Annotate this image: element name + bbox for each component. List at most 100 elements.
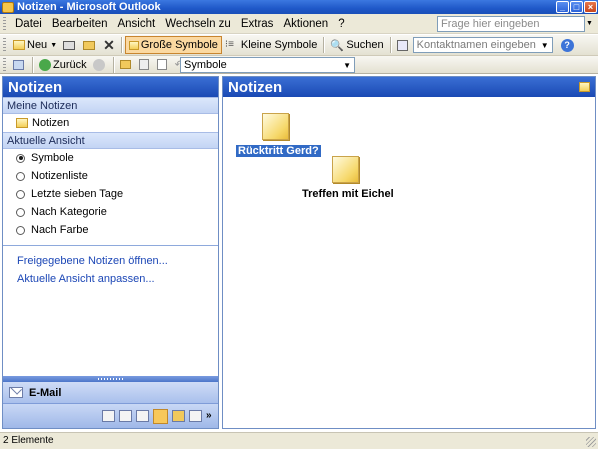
view-dropdown-icon[interactable]: ▼ bbox=[343, 61, 351, 70]
window-title: Notizen - Microsoft Outlook bbox=[17, 1, 161, 13]
menu-grip[interactable] bbox=[3, 16, 6, 31]
print-icon bbox=[63, 40, 76, 50]
note-label[interactable]: Rücktritt Gerd? bbox=[236, 145, 321, 157]
print-button[interactable] bbox=[60, 36, 80, 54]
tasks-icon[interactable] bbox=[136, 410, 149, 422]
standard-toolbar: Neu ▼ ✕ Große Symbole ⁝≡ Kleine Symbole … bbox=[0, 35, 598, 56]
ask-question-input[interactable]: Frage hier eingeben bbox=[437, 16, 585, 32]
radio-icon[interactable] bbox=[16, 171, 25, 181]
new-button[interactable]: Neu ▼ bbox=[10, 36, 60, 54]
radio-icon[interactable] bbox=[16, 189, 25, 199]
maximize-button[interactable]: □ bbox=[570, 1, 583, 13]
notes-content-pane: Notizen Rücktritt Gerd? Treffen mit Eich… bbox=[222, 76, 596, 429]
note-folder-icon bbox=[16, 118, 28, 128]
folder-list-icon[interactable] bbox=[172, 410, 185, 422]
contact-dropdown-icon[interactable]: ▼ bbox=[541, 41, 549, 50]
customize-view-link[interactable]: Aktuelle Ansicht anpassen... bbox=[3, 270, 218, 288]
toolbar-separator bbox=[120, 37, 122, 53]
address-book-button[interactable] bbox=[394, 36, 413, 54]
content-title: Notizen bbox=[228, 78, 283, 96]
back-button[interactable]: Zurück bbox=[36, 56, 90, 74]
view-option-by-category[interactable]: Nach Kategorie bbox=[3, 203, 218, 221]
contact-name-input[interactable]: Kontaktnamen eingeben ▼ bbox=[412, 37, 553, 53]
toolbar-grip[interactable] bbox=[3, 57, 6, 72]
open-shared-notes-link[interactable]: Freigegebene Notizen öffnen... bbox=[3, 252, 218, 270]
resize-grip[interactable] bbox=[586, 437, 596, 447]
content-header: Notizen bbox=[223, 77, 595, 97]
help-icon[interactable]: ? bbox=[560, 38, 574, 52]
view-option-symbole[interactable]: Symbole bbox=[3, 149, 218, 167]
minimize-button[interactable]: _ bbox=[556, 1, 569, 13]
toolbar-separator bbox=[323, 37, 325, 53]
calendar-icon[interactable] bbox=[102, 410, 115, 422]
notes-icon[interactable] bbox=[153, 408, 168, 424]
navigation-pane: Notizen Meine Notizen Notizen Aktuelle A… bbox=[2, 76, 219, 429]
title-bar: Notizen - Microsoft Outlook _ □ × bbox=[0, 0, 598, 14]
toolbar-separator bbox=[389, 37, 391, 53]
menu-help[interactable]: ? bbox=[333, 18, 349, 30]
print-preview-icon bbox=[156, 59, 167, 70]
delete-button[interactable]: ✕ bbox=[100, 36, 118, 54]
large-icons-button[interactable]: Große Symbole bbox=[124, 36, 222, 54]
advanced-toolbar: Zurück ↶ Symbole ▼ bbox=[0, 56, 598, 74]
toolbar-separator bbox=[112, 56, 114, 73]
up-one-level-button[interactable] bbox=[117, 56, 136, 74]
folder-list-button[interactable] bbox=[136, 56, 154, 74]
nav-pane-title: Notizen bbox=[3, 77, 218, 97]
menu-bearbeiten[interactable]: Bearbeiten bbox=[47, 18, 113, 30]
splitter-grip[interactable] bbox=[98, 378, 124, 380]
small-icons-button[interactable]: ⁝≡ Kleine Symbole bbox=[222, 36, 320, 54]
note-icon[interactable] bbox=[332, 156, 359, 183]
mail-icon bbox=[9, 387, 23, 398]
menu-aktionen[interactable]: Aktionen bbox=[278, 18, 333, 30]
note-label[interactable]: Treffen mit Eichel bbox=[300, 188, 396, 200]
forward-button[interactable] bbox=[90, 56, 110, 74]
notes-folder-icon bbox=[579, 82, 590, 92]
new-dropdown-icon[interactable]: ▼ bbox=[50, 42, 57, 49]
radio-selected-icon[interactable] bbox=[16, 153, 25, 163]
delete-icon: ✕ bbox=[103, 36, 115, 53]
forward-arrow-icon bbox=[92, 58, 105, 71]
item-count: 2 Elemente bbox=[3, 435, 54, 446]
large-icons-icon bbox=[128, 40, 139, 50]
small-icons-icon: ⁝≡ bbox=[224, 38, 234, 50]
view-option-last-seven-days[interactable]: Letzte sieben Tage bbox=[3, 185, 218, 203]
outlook-today-button[interactable] bbox=[10, 56, 29, 74]
toolbar-separator bbox=[32, 56, 33, 73]
my-notes-section-header[interactable]: Meine Notizen bbox=[3, 97, 218, 114]
note-icon[interactable] bbox=[262, 113, 289, 140]
folder-list-icon bbox=[138, 59, 149, 70]
radio-icon[interactable] bbox=[16, 225, 25, 235]
configure-buttons-icon[interactable]: » bbox=[206, 410, 214, 422]
nav-shortcut-bar: » bbox=[3, 404, 218, 428]
menu-ansicht[interactable]: Ansicht bbox=[112, 18, 160, 30]
outlook-app-icon bbox=[2, 1, 14, 13]
back-arrow-icon bbox=[39, 58, 51, 71]
new-note-icon bbox=[13, 40, 25, 50]
menu-extras[interactable]: Extras bbox=[236, 18, 279, 30]
current-view-section-header[interactable]: Aktuelle Ansicht bbox=[3, 132, 218, 149]
status-bar: 2 Elemente bbox=[0, 432, 598, 449]
menu-wechseln-zu[interactable]: Wechseln zu bbox=[160, 18, 236, 30]
folder-up-icon bbox=[119, 60, 131, 69]
menu-datei[interactable]: Datei bbox=[10, 18, 47, 30]
shortcuts-icon[interactable] bbox=[189, 410, 202, 422]
ask-dropdown-icon[interactable]: ▼ bbox=[586, 20, 593, 27]
move-to-folder-button[interactable] bbox=[80, 36, 100, 54]
current-view-select[interactable]: Symbole ▼ bbox=[180, 57, 355, 73]
outlook-today-icon bbox=[13, 59, 24, 70]
move-folder-icon bbox=[83, 40, 96, 50]
search-icon: 🔍 bbox=[330, 39, 345, 52]
radio-icon[interactable] bbox=[16, 207, 25, 217]
mail-nav-button[interactable]: E-Mail bbox=[3, 382, 218, 404]
search-button[interactable]: 🔍 Suchen bbox=[327, 36, 386, 54]
address-book-icon bbox=[396, 39, 408, 51]
view-option-notizenliste[interactable]: Notizenliste bbox=[3, 167, 218, 185]
menu-bar: Datei Bearbeiten Ansicht Wechseln zu Ext… bbox=[0, 14, 598, 34]
contacts-icon[interactable] bbox=[119, 410, 132, 422]
toolbar-grip[interactable] bbox=[3, 38, 6, 52]
nav-folder-notizen[interactable]: Notizen bbox=[3, 114, 218, 132]
view-option-by-color[interactable]: Nach Farbe bbox=[3, 221, 218, 239]
close-button[interactable]: × bbox=[584, 1, 597, 13]
print-preview-button[interactable] bbox=[154, 56, 172, 74]
